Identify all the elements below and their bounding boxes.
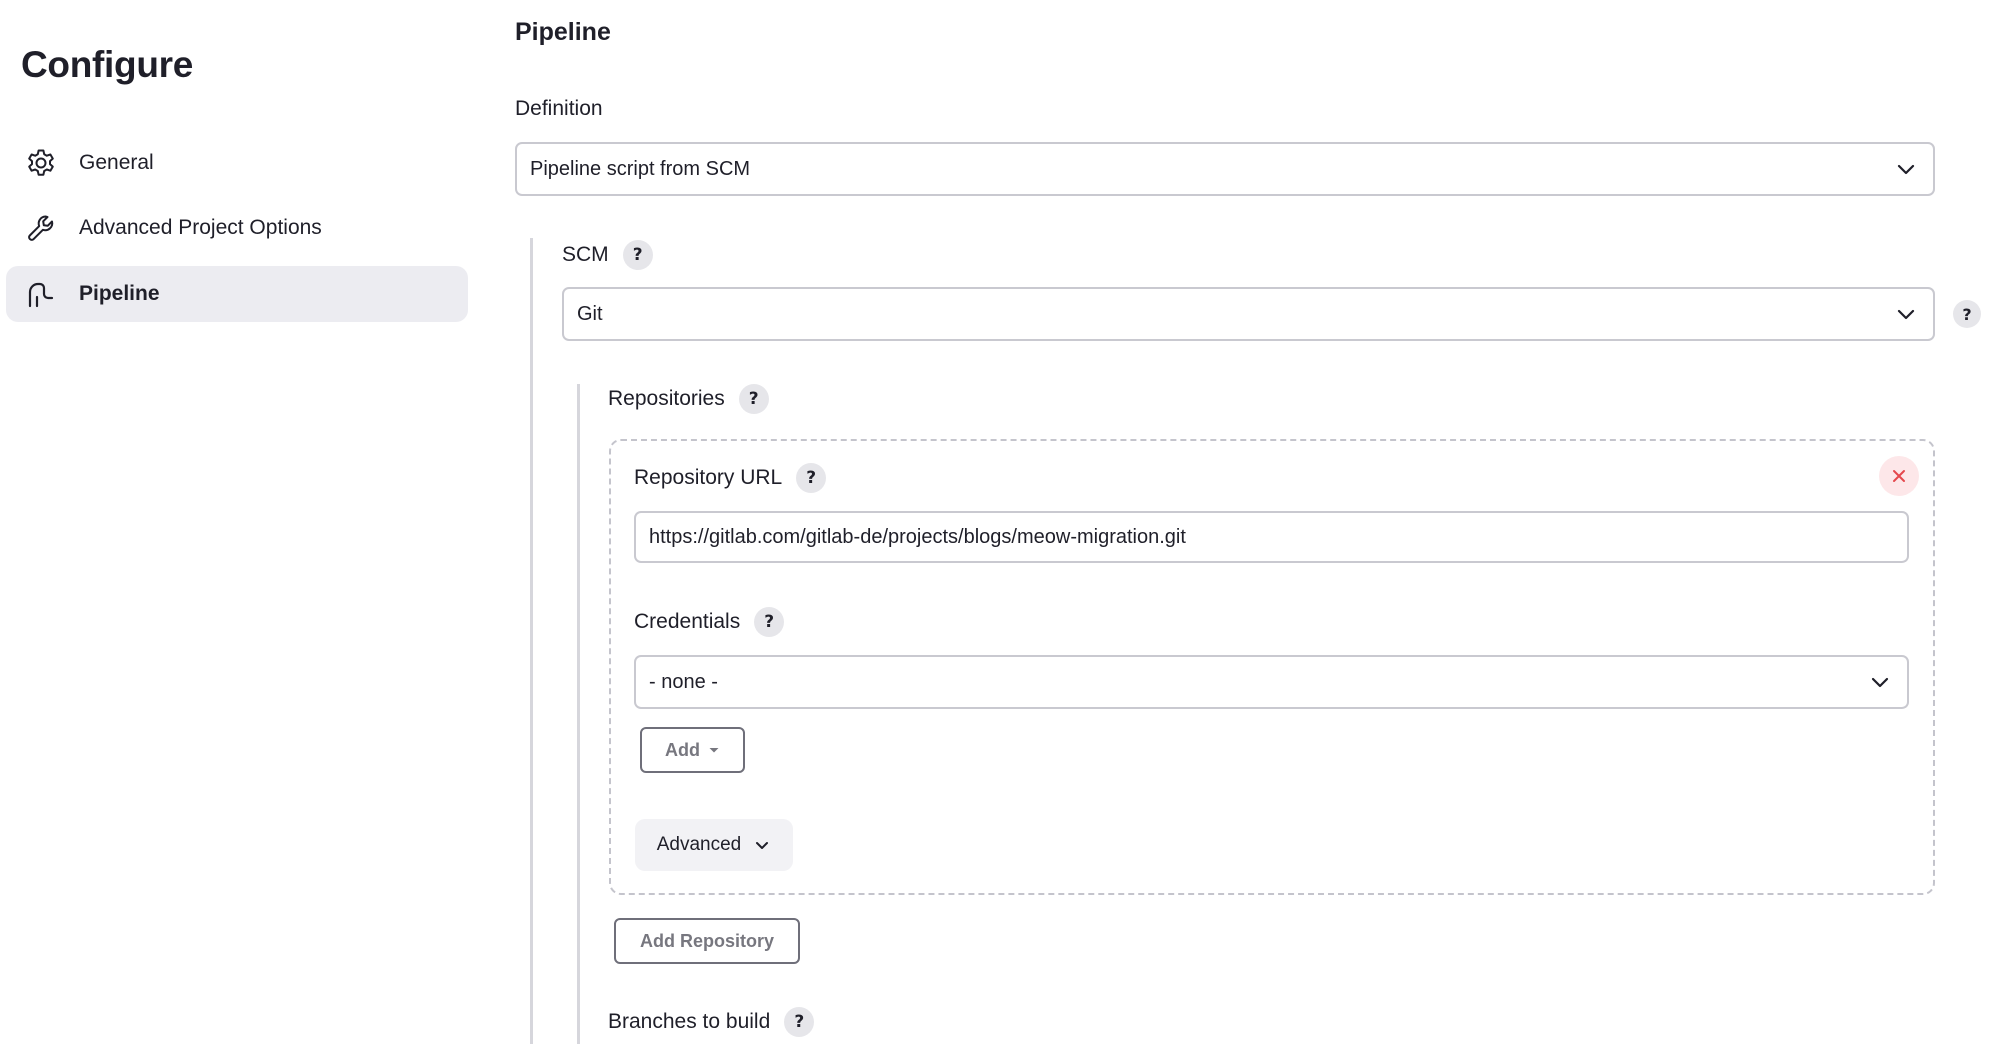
caret-down-icon [708, 744, 720, 756]
gear-icon [25, 147, 57, 179]
chevron-down-icon [1895, 158, 1917, 180]
scm-help-icon[interactable]: ? [622, 240, 653, 270]
scm-label-text: SCM [562, 243, 609, 266]
definition-select-value: Pipeline script from SCM [530, 157, 751, 180]
sidebar: Configure General Advanced Project Optio… [0, 0, 470, 1044]
advanced-button[interactable]: Advanced [635, 819, 793, 871]
chevron-down-icon [753, 836, 771, 854]
remove-repository-button[interactable] [1879, 456, 1919, 496]
definition-select[interactable]: Pipeline script from SCM [515, 142, 1935, 196]
sidebar-item-label: Pipeline [79, 282, 160, 305]
wrench-icon [25, 212, 57, 244]
branches-to-build-label-text: Branches to build [608, 1010, 771, 1033]
credentials-help-icon[interactable]: ? [754, 607, 785, 637]
sidebar-item-label: Advanced Project Options [79, 216, 322, 239]
repository-url-label: Repository URL ? [634, 463, 827, 493]
add-credentials-label: Add [665, 739, 700, 760]
add-repository-button[interactable]: Add Repository [614, 918, 800, 964]
repositories-label: Repositories ? [608, 384, 769, 414]
scm-select-value: Git [577, 302, 603, 325]
credentials-select-value: - none - [649, 670, 718, 693]
sidebar-title: Configure [21, 44, 194, 85]
credentials-label: Credentials ? [634, 607, 785, 637]
sidebar-item-pipeline[interactable]: Pipeline [6, 266, 468, 322]
scm-side-help-icon[interactable]: ? [1953, 300, 1981, 328]
scm-select[interactable]: Git [562, 287, 1935, 341]
repository-url-help-icon[interactable]: ? [796, 463, 827, 493]
chevron-down-icon [1895, 303, 1917, 325]
sidebar-item-advanced-project-options[interactable]: Advanced Project Options [6, 200, 468, 256]
section-title: Pipeline [515, 18, 611, 46]
credentials-label-text: Credentials [634, 610, 741, 633]
branches-help-icon[interactable]: ? [784, 1007, 815, 1037]
sidebar-item-general[interactable]: General [6, 135, 468, 191]
repository-url-input[interactable] [634, 511, 1909, 563]
add-repository-label: Add Repository [639, 930, 774, 951]
definition-label-text: Definition [515, 97, 603, 120]
sidebar-item-label: General [79, 151, 154, 174]
add-credentials-button[interactable]: Add [640, 727, 745, 773]
credentials-select[interactable]: - none - [634, 655, 1909, 709]
close-icon [1890, 467, 1908, 485]
scm-nesting-line [530, 238, 533, 1044]
repositories-label-text: Repositories [608, 387, 725, 410]
configure-page: Configure General Advanced Project Optio… [0, 0, 1999, 1044]
pipeline-icon [25, 278, 57, 310]
scm-label: SCM ? [562, 240, 653, 270]
repository-url-label-text: Repository URL [634, 466, 783, 489]
advanced-label: Advanced [656, 834, 742, 855]
chevron-down-icon [1869, 671, 1891, 693]
branches-to-build-label: Branches to build ? [608, 1007, 815, 1037]
definition-label: Definition [515, 97, 603, 121]
repositories-help-icon[interactable]: ? [738, 384, 769, 414]
repositories-nesting-line [577, 384, 580, 1044]
